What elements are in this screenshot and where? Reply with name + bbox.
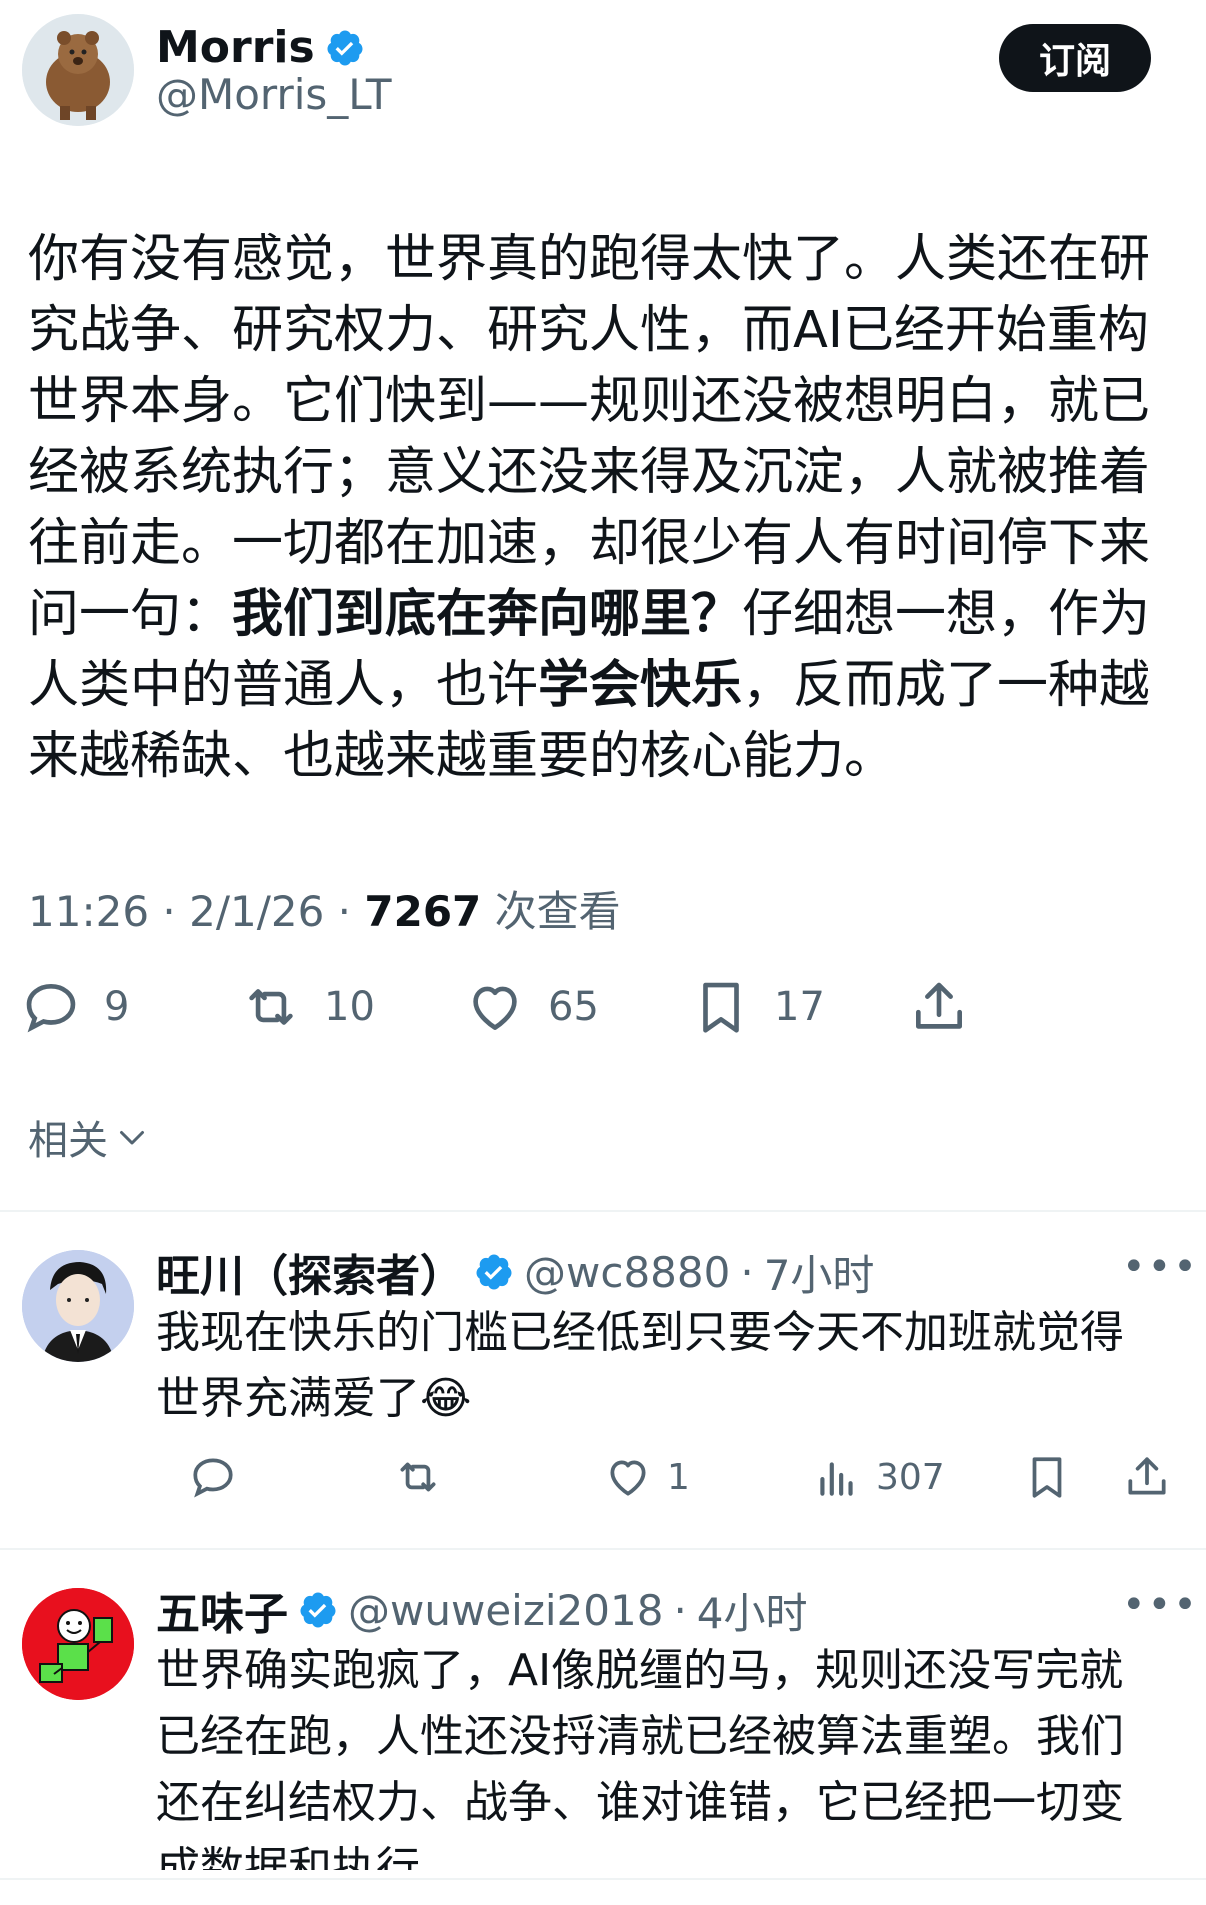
like-button[interactable]: 65 — [464, 976, 599, 1038]
meta-separator: · — [673, 1585, 687, 1635]
reply-time[interactable]: 7小时 — [764, 1242, 875, 1303]
retweet-icon — [400, 1462, 436, 1492]
person-avatar-icon — [22, 1250, 134, 1362]
meta-separator: · — [162, 887, 176, 936]
subscribe-button[interactable]: 订阅 — [999, 24, 1151, 92]
reply-button[interactable]: 9 — [20, 976, 129, 1038]
bookmark-count: 17 — [774, 984, 825, 1030]
meta-separator: · — [740, 1247, 754, 1297]
tweet-text-segment: 你有没有感觉，世界真的跑得太快了。人类还在研究战争、研究权力、研究人性，而AI已… — [28, 230, 1151, 644]
heart-icon — [610, 1460, 646, 1496]
heart-icon — [473, 986, 517, 1030]
tweet-meta: 11:26 · 2/1/26 · 7267 次查看 — [28, 878, 621, 939]
reply-text: 我现在快乐的门槛已经低到只要今天不加班就觉得世界充满爱了😂 — [156, 1307, 1124, 1424]
author-avatar[interactable] — [22, 14, 134, 126]
reply-time[interactable]: 4小时 — [697, 1580, 808, 1641]
bookmark-button[interactable] — [1022, 1452, 1072, 1502]
reply-avatar[interactable] — [22, 1588, 134, 1700]
views-count: 307 — [876, 1456, 945, 1498]
bookmark-icon — [703, 982, 739, 1033]
like-count: 65 — [548, 984, 599, 1030]
tweet-text-bold: 学会快乐 — [538, 656, 743, 715]
share-button[interactable] — [1122, 1452, 1172, 1502]
views-chart-icon — [820, 1462, 853, 1496]
share-button[interactable] — [908, 976, 970, 1038]
bookmark-button[interactable]: 17 — [690, 976, 825, 1038]
reply-author-handle[interactable]: @wuweizi2018 — [348, 1586, 663, 1635]
tweet-views-label: 次查看 — [494, 887, 621, 936]
chevron-down-icon — [120, 1131, 144, 1145]
reply-icon — [193, 1458, 233, 1498]
divider — [0, 1878, 1206, 1880]
reply-icon — [26, 984, 76, 1033]
bear-avatar-icon — [22, 14, 134, 126]
verified-badge-icon — [327, 30, 363, 65]
tweet-text: 你有没有感觉，世界真的跑得太快了。人类还在研究战争、研究权力、研究人性，而AI已… — [28, 224, 1178, 792]
tweet-date[interactable]: 2/1/26 — [189, 887, 324, 936]
retweet-icon — [249, 989, 293, 1025]
verified-badge-icon — [300, 1592, 336, 1628]
divider — [0, 1548, 1206, 1550]
reply-author-name[interactable]: 五味子 — [156, 1578, 288, 1642]
reply-author-name[interactable]: 旺川（探索者） — [156, 1240, 464, 1304]
retweet-count: 10 — [324, 984, 375, 1030]
share-icon — [916, 982, 962, 1029]
tweet-time[interactable]: 11:26 — [28, 887, 149, 936]
share-icon — [1128, 1457, 1166, 1495]
more-options-icon[interactable]: ••• — [1122, 1582, 1199, 1628]
cartoon-avatar-icon — [22, 1588, 134, 1700]
meta-separator: · — [337, 887, 352, 936]
verified-badge-icon — [476, 1254, 512, 1290]
related-label: 相关 — [28, 1118, 108, 1164]
author-name[interactable]: Morris — [156, 22, 315, 73]
tweet-views-count[interactable]: 7267 — [364, 887, 481, 936]
related-toggle[interactable]: 相关 — [28, 1108, 150, 1166]
more-options-icon[interactable]: ••• — [1122, 1244, 1199, 1290]
reply-author-handle[interactable]: @wc8880 — [524, 1248, 730, 1297]
reply-text: 世界确实跑疯了，AI像脱缰的马，规则还没写完就已经在跑，人性还没捋清就已经被算法… — [156, 1645, 1124, 1870]
reply-avatar[interactable] — [22, 1250, 134, 1362]
reply-count: 9 — [104, 984, 130, 1030]
like-count: 1 — [667, 1456, 690, 1498]
views-button[interactable]: 307 — [812, 1452, 945, 1502]
reply-button[interactable] — [188, 1452, 238, 1502]
bookmark-icon — [1032, 1457, 1062, 1498]
retweet-button[interactable] — [393, 1452, 443, 1502]
tweet-text-bold: 我们到底在奔向哪里？ — [232, 585, 743, 644]
like-button[interactable]: 1 — [603, 1452, 690, 1502]
retweet-button[interactable]: 10 — [240, 976, 375, 1038]
divider — [0, 1210, 1206, 1212]
author-handle[interactable]: @Morris_LT — [156, 70, 392, 119]
